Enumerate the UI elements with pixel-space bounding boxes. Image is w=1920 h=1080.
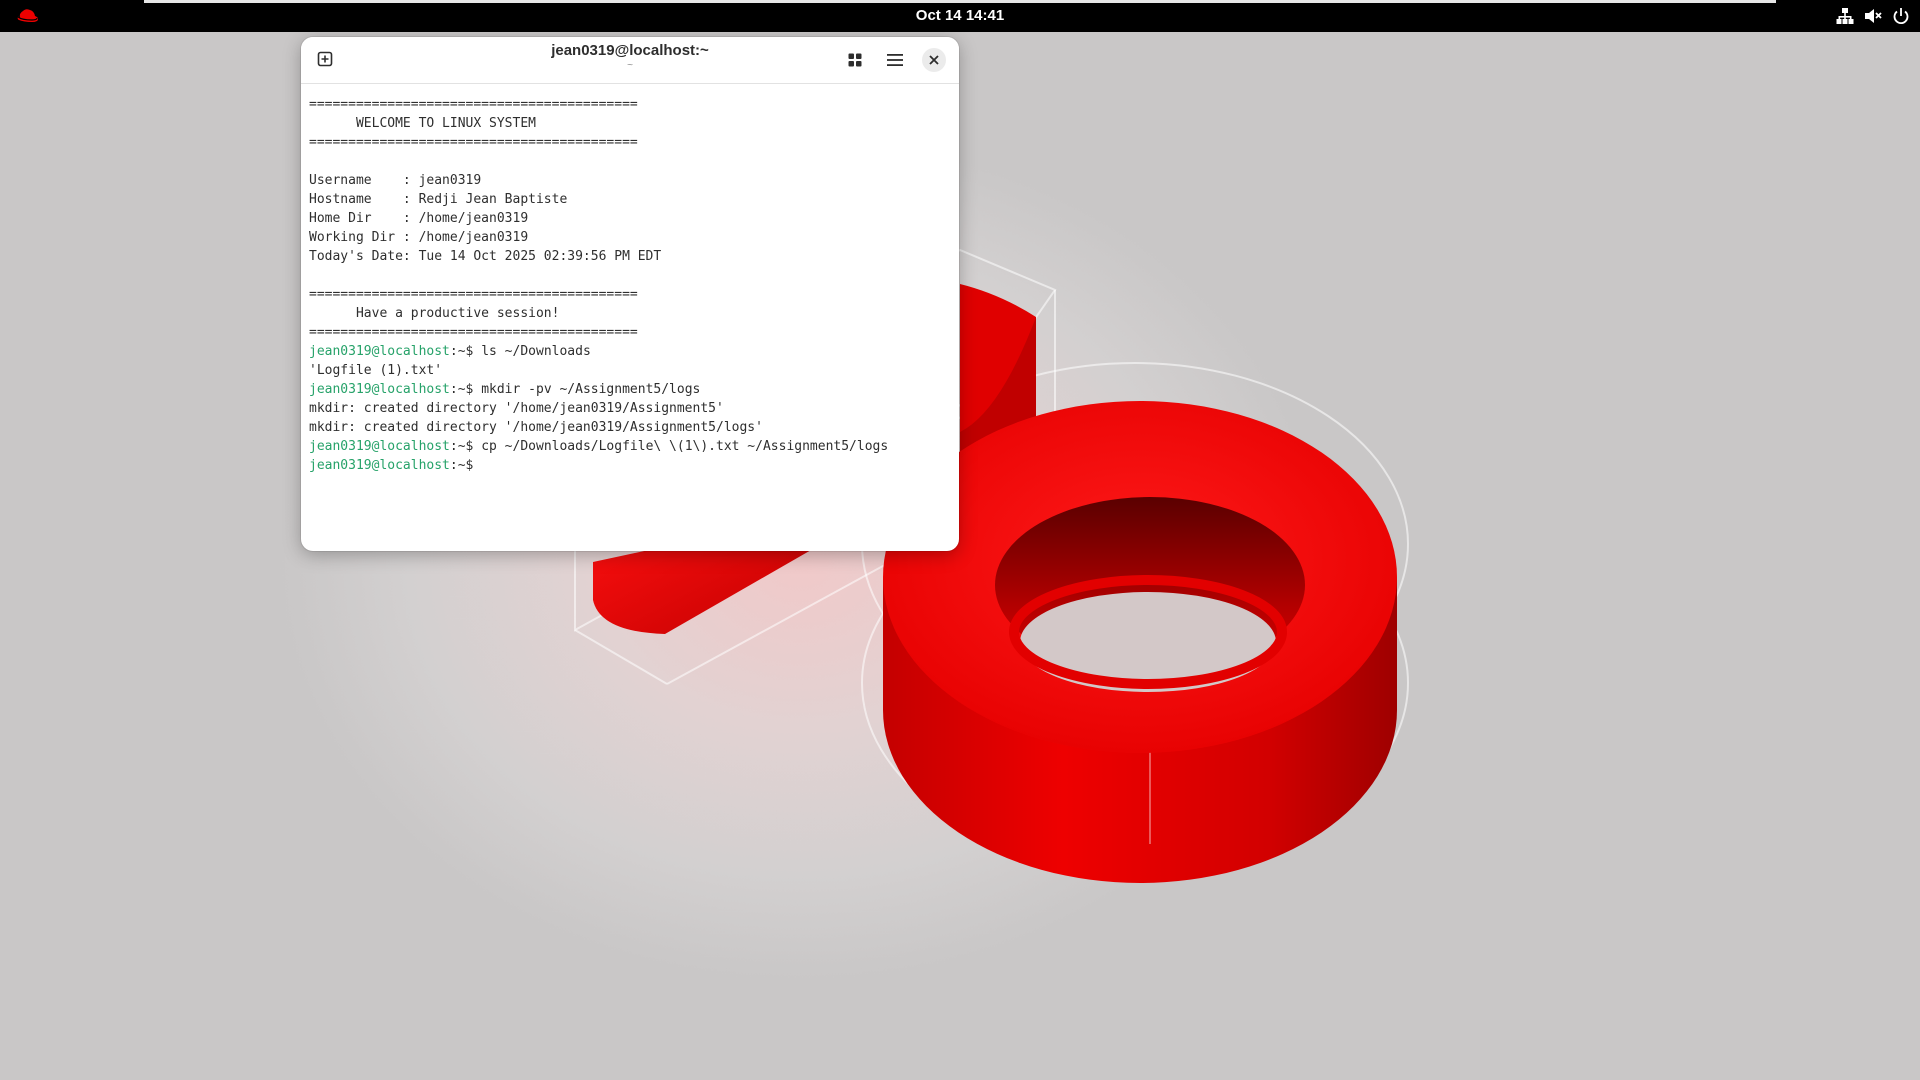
command-text: cp ~/Downloads/Logfile\ \(1\).txt ~/Assi… [481,439,889,454]
terminal-output-line: Have a productive session! [309,306,560,321]
prompt-user-host: jean0319@localhost [309,382,450,397]
terminal-window[interactable]: jean0319@localhost:~ ~ =================… [301,37,959,551]
hamburger-menu-icon [887,54,903,66]
terminal-output-line: Username : jean0319 [309,173,482,188]
window-title-area: jean0319@localhost:~ ~ [421,42,839,72]
window-title: jean0319@localhost:~ [551,42,709,59]
command-text: ls ~/Downloads [481,344,591,359]
prompt-path: :~$ [449,439,482,454]
volume-muted-icon [1865,9,1882,23]
window-subtitle: ~ [627,60,633,71]
grid-view-icon [848,53,862,67]
power-icon [1893,8,1909,25]
terminal-prompt-line: jean0319@localhost:~$ cp ~/Downloads/Log… [309,437,951,456]
close-window-button[interactable] [922,48,946,72]
terminal-prompt-line: jean0319@localhost:~$ mkdir -pv ~/Assign… [309,380,951,399]
terminal-output-line: ========================================… [309,325,638,340]
terminal-output-line: Home Dir : /home/jean0319 [309,211,529,226]
terminal-prompt-line: jean0319@localhost:~$ [309,456,951,475]
command-text: mkdir -pv ~/Assignment5/logs [481,382,701,397]
terminal-output-line: ========================================… [309,135,638,150]
prompt-user-host: jean0319@localhost [309,344,450,359]
terminal-output-line: WELCOME TO LINUX SYSTEM [309,116,536,131]
system-tray[interactable] [1836,6,1910,26]
terminal-output-line: ========================================… [309,287,638,302]
terminal-output-line: mkdir: created directory '/home/jean0319… [309,401,724,416]
terminal-output[interactable]: ========================================… [301,84,959,475]
wallpaper-art [574,248,1409,883]
close-icon [929,55,939,65]
activities-button[interactable] [16,6,40,26]
terminal-output-line: mkdir: created directory '/home/jean0319… [309,420,763,435]
desktop-wallpaper [0,32,1920,1080]
tab-overview-button[interactable] [841,46,869,74]
terminal-output-line: ========================================… [309,97,638,112]
terminal-output-line: Today's Date: Tue 14 Oct 2025 02:39:56 P… [309,249,662,264]
terminal-titlebar[interactable]: jean0319@localhost:~ ~ [301,37,959,84]
terminal-output-line: Hostname : Redji Jean Baptiste [309,192,568,207]
redhat-logo-icon [17,9,38,22]
top-panel: Oct 14 14:41 [0,0,1920,32]
terminal-prompt-line: jean0319@localhost:~$ ls ~/Downloads [309,342,951,361]
prompt-user-host: jean0319@localhost [309,458,450,473]
new-tab-icon [317,51,333,67]
prompt-user-host: jean0319@localhost [309,439,450,454]
new-tab-button[interactable] [311,45,339,73]
network-wired-icon [1836,8,1854,24]
clock[interactable]: Oct 14 14:41 [860,0,1060,32]
main-menu-button[interactable] [881,46,909,74]
prompt-path: :~$ [449,458,482,473]
terminal-output-line: 'Logfile (1).txt' [309,363,443,378]
prompt-path: :~$ [449,344,482,359]
terminal-output-line: Working Dir : /home/jean0319 [309,230,529,245]
prompt-path: :~$ [449,382,482,397]
